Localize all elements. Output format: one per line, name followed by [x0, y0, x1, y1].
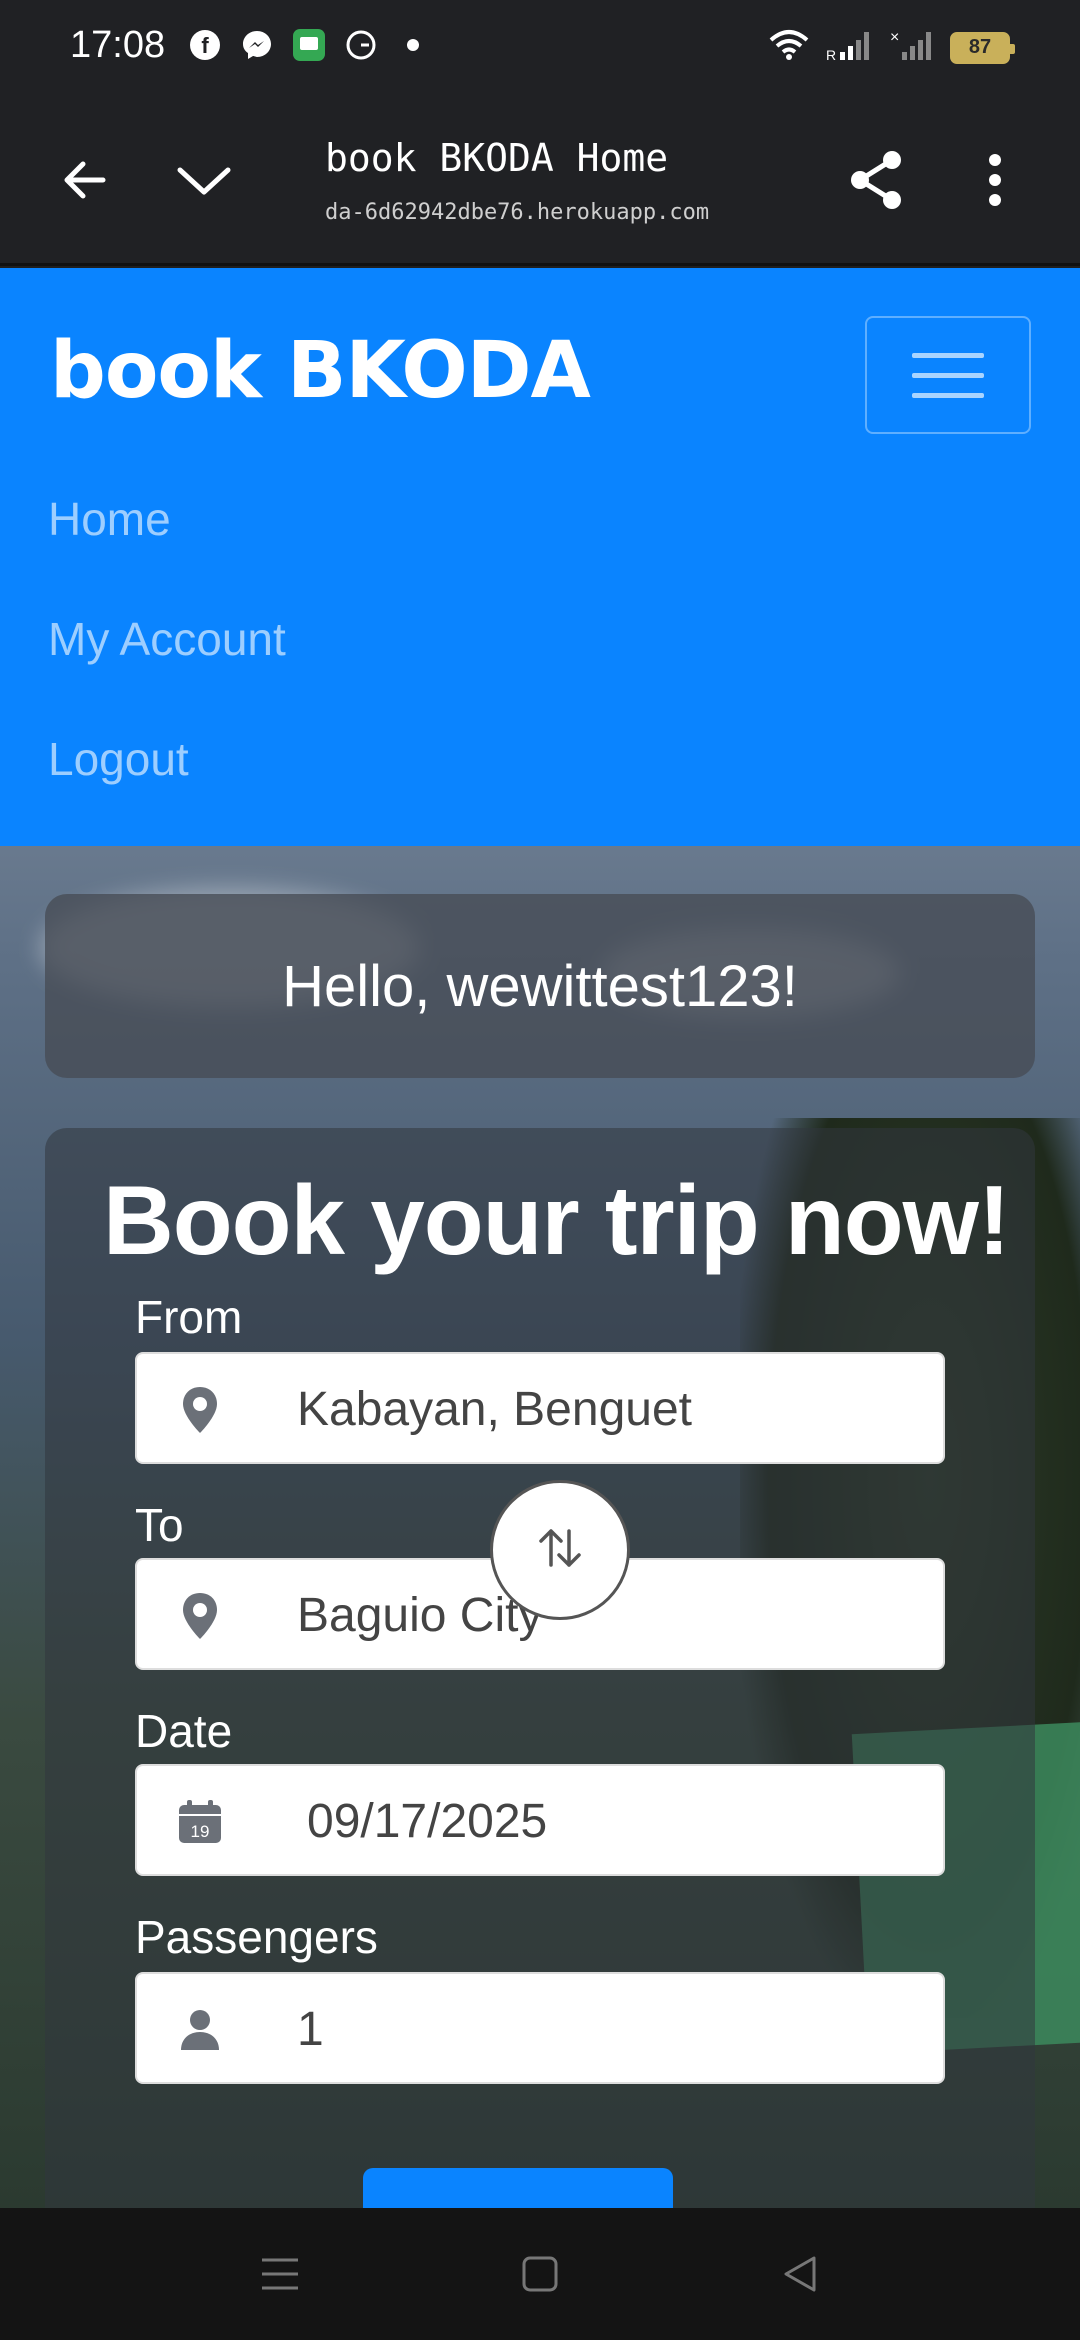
system-navigation-bar [0, 2208, 1080, 2340]
facebook-icon: f [188, 28, 222, 62]
signal-no-service-icon: × [890, 28, 934, 67]
calendar-icon: 19 [175, 1796, 225, 1848]
swap-locations-button[interactable] [490, 1480, 630, 1620]
page-content: book BKODA Home My Account Logout Hello,… [0, 268, 1080, 2208]
browser-url[interactable]: da-6d62942dbe76.herokuapp.com [325, 200, 709, 225]
greeting-prefix: Hello, [282, 953, 447, 1019]
to-label: To [135, 1499, 184, 1551]
svg-text:×: × [890, 29, 899, 46]
wifi-icon [768, 28, 810, 67]
from-value: Kabayan, Benguet [297, 1383, 692, 1436]
browser-page-title: book BKODA Home [325, 136, 669, 180]
status-bar: 17:08 f R × 87 [0, 0, 1080, 96]
browser-toolbar: book BKODA Home da-6d62942dbe76.herokuap… [0, 96, 1080, 266]
nav-link-my-account[interactable]: My Account [48, 612, 286, 666]
date-label: Date [135, 1705, 233, 1757]
battery-icon: 87 [950, 31, 1015, 64]
calendar-icon-day: 19 [191, 1822, 210, 1841]
nav-link-logout[interactable]: Logout [48, 732, 189, 786]
menu-toggle-button[interactable] [865, 316, 1031, 434]
to-value: Baguio City [297, 1589, 543, 1642]
more-options-icon[interactable] [955, 140, 1035, 220]
location-pin-icon [175, 1384, 225, 1436]
status-time: 17:08 [70, 24, 166, 66]
passengers-field[interactable]: 1 [135, 1972, 945, 2084]
passengers-label: Passengers [135, 1911, 378, 1963]
book-submit-button[interactable] [363, 2168, 673, 2208]
home-icon[interactable] [510, 2244, 570, 2304]
hamburger-line [912, 372, 984, 378]
share-icon[interactable] [836, 140, 916, 220]
hamburger-line [912, 392, 984, 398]
date-value: 09/17/2025 [307, 1795, 548, 1848]
back-arrow-icon[interactable] [45, 140, 125, 220]
messages-icon [292, 28, 326, 62]
dot-icon [396, 28, 430, 62]
nav-link-home[interactable]: Home [48, 492, 171, 546]
recent-apps-icon[interactable] [250, 2244, 310, 2304]
greeting-card: Hello, wewittest123 ! [45, 894, 1035, 1078]
booking-card: Book your trip now! From Kabayan, Bengue… [45, 1128, 1035, 2208]
person-icon [175, 2004, 225, 2056]
from-label: From [135, 1291, 243, 1343]
signal-icon: R [826, 28, 874, 67]
passengers-value: 1 [297, 2003, 324, 2056]
location-pin-icon [175, 1590, 225, 1642]
greeting-username: wewittest123 [446, 953, 782, 1019]
back-triangle-icon[interactable] [770, 2244, 830, 2304]
swap-arrows-icon [533, 1521, 587, 1580]
greeting-suffix: ! [781, 953, 798, 1019]
brand-logo[interactable]: book BKODA [50, 326, 591, 416]
chevron-down-icon[interactable] [164, 140, 244, 220]
site-navbar: book BKODA Home My Account Logout [0, 268, 1080, 846]
svg-text:R: R [826, 47, 836, 62]
booking-title: Book your trip now! [103, 1165, 1010, 1275]
from-field[interactable]: Kabayan, Benguet [135, 1352, 945, 1464]
status-app-icons: f [188, 28, 430, 62]
svg-text:f: f [201, 33, 209, 58]
date-field[interactable]: 19 09/17/2025 [135, 1764, 945, 1876]
messenger-icon [240, 28, 274, 62]
status-indicators: R × 87 [768, 28, 1015, 67]
hamburger-line [912, 352, 984, 358]
grammarly-icon [344, 28, 378, 62]
